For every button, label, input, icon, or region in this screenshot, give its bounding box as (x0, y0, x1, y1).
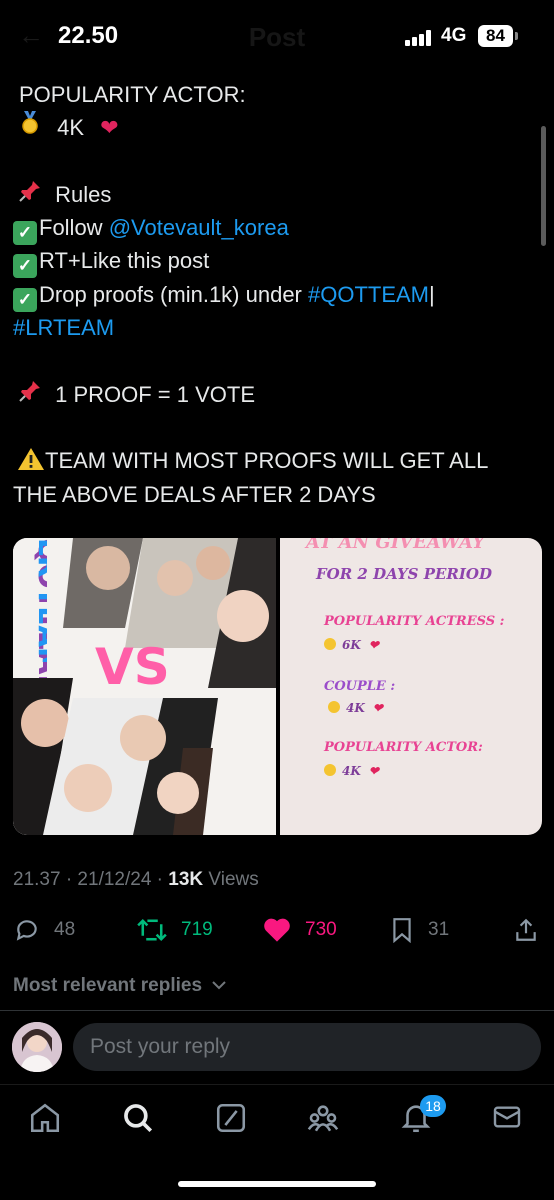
tweet-line: ✓ Drop proofs (min.1k) under #QOTTEAM| (13, 278, 533, 312)
status-bar: ← Post 22.50 4G 84 (0, 0, 554, 70)
tweet-line: ✓ RT+Like this post (13, 244, 533, 279)
views-count: 13K (168, 869, 204, 890)
divider (0, 1010, 554, 1011)
like-button[interactable]: 730 (263, 910, 337, 950)
giveaway-couple-label: COUPLE : (324, 679, 396, 694)
giveaway-actress-label: POPULARITY ACTRESS : (324, 614, 505, 629)
repost-button[interactable]: 719 (137, 910, 213, 950)
repost-icon (137, 918, 167, 942)
timestamp: 21.37 · 21/12/24 · (13, 869, 169, 890)
views-label: Views (203, 869, 259, 890)
team-b-label: LR TEAM (32, 538, 47, 662)
tweet-meta: 21.37 · 21/12/24 · 13K Views (13, 869, 259, 891)
share-button[interactable] (513, 910, 553, 950)
checkmark-icon: ✓ (13, 221, 37, 246)
hashtag-link[interactable]: #QOTTEAM (308, 282, 429, 307)
bookmark-icon (393, 918, 411, 943)
nav-explore[interactable] (121, 1101, 155, 1135)
giveaway-couple-row: 4K ❤ (328, 701, 383, 715)
tweet-text: POPULARITY ACTOR: 4K ❤ Rules ✓ Follow @Vo… (13, 78, 533, 511)
medal-icon (324, 638, 336, 650)
nav-home[interactable] (28, 1101, 62, 1135)
chevron-down-icon (212, 981, 227, 990)
pushpin-icon (17, 178, 43, 211)
pushpin-icon (17, 378, 43, 411)
share-icon (516, 918, 536, 941)
tweet-actions: 48 719 730 31 (0, 910, 554, 950)
medal-icon (328, 701, 340, 713)
checkmark-icon: ✓ (13, 287, 37, 312)
grok-icon (216, 1103, 246, 1133)
medal-icon (17, 111, 43, 144)
repost-count: 719 (181, 919, 213, 940)
heart-icon (264, 918, 290, 942)
tweet-media[interactable]: VS QOTTEAM LR TEAM AT AN GIVEAWAY FOR 2 … (13, 538, 542, 835)
search-icon (124, 1104, 153, 1133)
mention-link[interactable]: @Votevault_korea (109, 215, 289, 240)
avatar[interactable] (12, 1022, 62, 1072)
notifications-badge: 18 (420, 1095, 446, 1117)
giveaway-actor-row: 4K ❤ (324, 764, 379, 778)
giveaway-image[interactable]: AT AN GIVEAWAY FOR 2 DAYS PERIOD POPULAR… (280, 538, 542, 835)
tweet-line: Rules (13, 178, 533, 211)
checkmark-icon: ✓ (13, 254, 37, 279)
giveaway-actor-label: POPULARITY ACTOR: (324, 740, 483, 755)
reply-input[interactable] (90, 1023, 520, 1071)
like-count: 730 (305, 919, 337, 940)
heart-icon: ❤ (372, 701, 383, 715)
tweet-line: 4K ❤ (13, 111, 533, 144)
vs-label: VS (95, 638, 170, 696)
status-time: 22.50 (58, 22, 119, 49)
replies-sort-dropdown[interactable]: Most relevant replies (13, 975, 227, 997)
tweet-line: 1 PROOF = 1 VOTE (13, 378, 533, 411)
reply-count: 48 (54, 919, 76, 940)
heart-icon: ❤ (368, 638, 379, 652)
giveaway-title: AT AN GIVEAWAY (306, 538, 485, 553)
scroll-indicator[interactable] (541, 126, 546, 246)
svg-text:LR TEAM: LR TEAM (32, 538, 47, 662)
giveaway-actress-row: 6K ❤ (324, 638, 379, 652)
home-icon (30, 1103, 60, 1133)
communities-icon (307, 1105, 339, 1132)
heart-icon: ❤ (368, 764, 379, 778)
tweet-line: THE ABOVE DEALS AFTER 2 DAYS (13, 481, 376, 507)
mail-icon (493, 1106, 521, 1128)
tweet-line: #LRTEAM (13, 311, 533, 344)
giveaway-period: FOR 2 DAYS PERIOD (316, 565, 492, 583)
nav-messages[interactable] (491, 1101, 525, 1135)
tweet-line: ✓ Follow @Votevault_korea (13, 211, 533, 246)
collage-image[interactable]: VS QOTTEAM LR TEAM (13, 538, 276, 835)
home-indicator[interactable] (178, 1181, 376, 1187)
medal-icon (324, 764, 336, 776)
nav-grok[interactable] (214, 1101, 248, 1135)
reply-button[interactable]: 48 (14, 910, 75, 950)
tweet-line: POPULARITY ACTOR: (19, 82, 246, 107)
signal-icon (405, 30, 431, 46)
network-label: 4G (441, 25, 467, 46)
nav-communities[interactable] (306, 1101, 340, 1135)
hashtag-link[interactable]: #LRTEAM (13, 315, 114, 340)
tweet-line: TEAM WITH MOST PROOFS WILL GET ALL (13, 444, 533, 477)
bookmark-button[interactable]: 31 (390, 910, 449, 950)
reply-composer[interactable] (73, 1023, 541, 1071)
reply-icon (16, 920, 37, 941)
battery-icon: 84 (478, 25, 518, 47)
bookmark-count: 31 (428, 919, 450, 940)
warning-icon (17, 448, 45, 473)
heart-icon: ❤ (100, 115, 119, 141)
